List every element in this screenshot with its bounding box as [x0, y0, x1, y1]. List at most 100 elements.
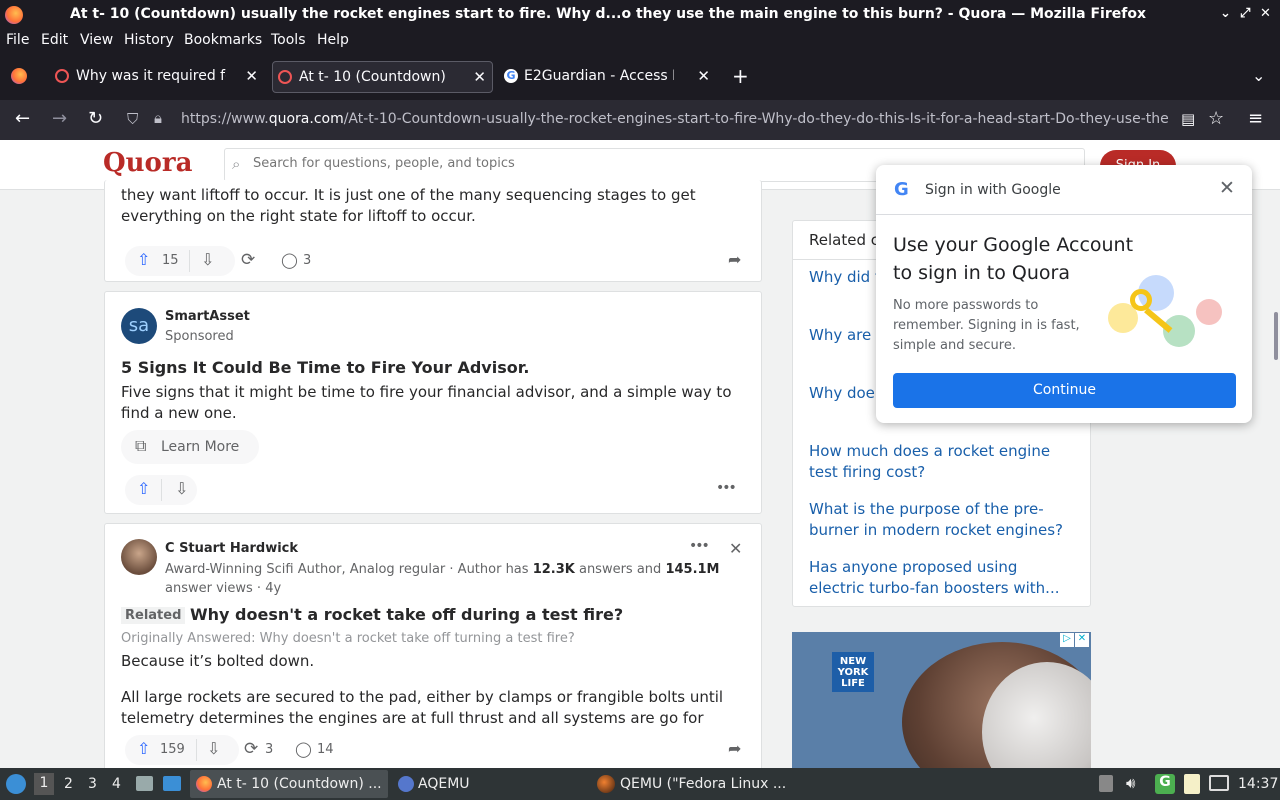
related-title: Related c: [809, 231, 879, 249]
continue-button[interactable]: Continue: [893, 373, 1236, 408]
url-bar[interactable]: ⛉ 🔒︎ https://www.quora.com/At-t-10-Count…: [120, 105, 1170, 135]
advertiser-name[interactable]: SmartAsset: [165, 309, 250, 324]
related-link-6[interactable]: Has anyone proposed using electric turbo…: [809, 557, 1069, 599]
search-icon: ⌕: [232, 155, 241, 173]
close-tab-icon[interactable]: ✕: [473, 68, 486, 86]
new-tab-icon[interactable]: +: [732, 64, 749, 88]
adchoices-icon[interactable]: ▷: [1060, 633, 1074, 647]
shield-icon[interactable]: ⛉: [127, 110, 138, 128]
firefox-icon: [5, 6, 23, 24]
menu-file[interactable]: File: [6, 32, 29, 48]
related-question[interactable]: Why doesn't a rocket take off during a t…: [190, 605, 623, 624]
logo-line: NEW: [839, 656, 867, 667]
forward-share-icon[interactable]: ➦: [728, 739, 741, 758]
related-link-5[interactable]: What is the purpose of the pre-burner in…: [809, 499, 1069, 541]
lock-icon[interactable]: 🔒︎: [154, 109, 162, 127]
menu-history[interactable]: History: [124, 32, 174, 48]
upvote-count: 15: [162, 253, 179, 268]
learn-more-label: Learn More: [161, 439, 240, 455]
close-tab-icon[interactable]: ✕: [697, 67, 710, 85]
related-link-4[interactable]: How much does a rocket engine test firin…: [809, 441, 1069, 483]
update-manager-icon[interactable]: G: [1155, 774, 1175, 794]
maximize-icon[interactable]: ⤢: [1240, 6, 1250, 21]
more-options-icon[interactable]: •••: [689, 538, 710, 554]
sponsored-card: sa SmartAsset Sponsored 5 Signs It Could…: [104, 291, 762, 514]
menu-bookmarks[interactable]: Bookmarks: [184, 32, 262, 48]
menu-bar: File Edit View History Bookmarks Tools H…: [0, 30, 1280, 52]
display-icon[interactable]: [1209, 775, 1229, 791]
upvote-icon[interactable]: ⇧: [137, 739, 150, 758]
smartasset-avatar[interactable]: sa: [121, 308, 157, 344]
task-label: At t- 10 (Countdown) ...: [217, 776, 382, 792]
task-aqemu[interactable]: AQEMU: [392, 770, 582, 798]
popup-close-icon[interactable]: ✕: [1219, 177, 1235, 199]
close-tab-icon[interactable]: ✕: [245, 67, 258, 85]
firefox-view-icon[interactable]: [11, 68, 27, 84]
divider: [189, 250, 190, 272]
answer-text: they want liftoff to occur. It is just o…: [121, 186, 696, 225]
reader-view-icon[interactable]: ▤: [1181, 110, 1195, 128]
menu-edit[interactable]: Edit: [41, 32, 68, 48]
tab-e2guardian[interactable]: G E2Guardian - Access Den ✕: [498, 61, 716, 93]
ad-headline[interactable]: 5 Signs It Could Be Time to Fire Your Ad…: [121, 358, 529, 377]
url-text[interactable]: https://www.quora.com/At-t-10-Countdown-…: [181, 111, 1171, 127]
app-menu-icon[interactable]: ≡: [1248, 108, 1263, 129]
close-window-icon[interactable]: ✕: [1260, 6, 1271, 21]
reload-icon[interactable]: ↻: [88, 108, 103, 129]
workspace-3[interactable]: 3: [88, 776, 97, 792]
bookmark-star-icon[interactable]: ☆: [1208, 108, 1224, 129]
page-scrollbar[interactable]: [1274, 312, 1278, 360]
minimize-icon[interactable]: ⌄: [1220, 6, 1231, 21]
tab-why-was-it-required[interactable]: Why was it required for t ✕: [50, 61, 264, 93]
share-icon[interactable]: ⟳: [241, 250, 255, 270]
window-title-bar: At t- 10 (Countdown) usually the rocket …: [0, 0, 1280, 30]
author-avatar[interactable]: [121, 539, 157, 575]
list-tabs-icon[interactable]: ⌄: [1252, 66, 1265, 85]
quora-logo[interactable]: Quora: [103, 148, 192, 178]
volume-icon[interactable]: 🔊︎: [1126, 774, 1135, 792]
more-options-icon[interactable]: •••: [716, 480, 737, 496]
url-domain: quora.com: [268, 111, 344, 127]
show-desktop-icon[interactable]: [163, 776, 181, 791]
learn-more-button[interactable]: ⧉ Learn More: [121, 430, 259, 464]
upvote-icon[interactable]: ⇧: [137, 250, 150, 269]
forward-share-icon[interactable]: ➦: [728, 250, 741, 269]
divider: [161, 479, 162, 501]
notes-icon[interactable]: [1184, 774, 1200, 794]
workspace-1[interactable]: 1: [34, 773, 54, 795]
divider: [876, 214, 1252, 215]
downvote-icon[interactable]: ⇩: [175, 479, 188, 498]
workspace-4[interactable]: 4: [112, 776, 121, 792]
workspace-2[interactable]: 2: [64, 776, 73, 792]
comment-icon[interactable]: ◯: [295, 740, 312, 758]
start-menu-icon[interactable]: [6, 774, 26, 794]
cred-mid: answers and: [574, 562, 666, 577]
file-manager-icon[interactable]: [136, 776, 153, 791]
menu-help[interactable]: Help: [317, 32, 349, 48]
forward-icon[interactable]: →: [52, 108, 67, 129]
tab-at-t-10[interactable]: At t- 10 (Countdown) usu ✕: [272, 61, 493, 93]
back-icon[interactable]: ←: [15, 108, 30, 129]
popup-body: No more passwords to remember. Signing i…: [893, 298, 1080, 353]
navigation-bar: ← → ↻ ⛉ 🔒︎ https://www.quora.com/At-t-10…: [0, 100, 1280, 140]
related-tag: Related: [121, 607, 186, 624]
dismiss-icon[interactable]: ✕: [729, 539, 742, 558]
task-firefox[interactable]: At t- 10 (Countdown) ...: [190, 770, 388, 798]
menu-tools[interactable]: Tools: [271, 32, 306, 48]
google-favicon-icon: G: [504, 69, 518, 83]
answer-paragraph-2: All large rockets are secured to the pad…: [121, 688, 724, 727]
downvote-icon[interactable]: ⇩: [207, 739, 220, 758]
clock[interactable]: 14:37: [1238, 776, 1278, 792]
task-qemu[interactable]: QEMU ("Fedora Linux ...: [592, 770, 792, 798]
downvote-icon[interactable]: ⇩: [201, 250, 214, 269]
ad-banner[interactable]: NEW YORK LIFE ▷ ✕: [792, 632, 1091, 768]
ad-body: Five signs that it might be time to fire…: [121, 383, 732, 422]
menu-view[interactable]: View: [80, 32, 113, 48]
author-name[interactable]: C Stuart Hardwick: [165, 541, 298, 556]
vote-pill: ⇧ 159 ⇩: [125, 735, 239, 765]
share-icon[interactable]: ⟳: [244, 739, 258, 759]
ad-close-icon[interactable]: ✕: [1075, 633, 1089, 647]
upvote-icon[interactable]: ⇧: [137, 479, 150, 498]
clipboard-icon[interactable]: [1099, 775, 1113, 792]
comment-icon[interactable]: ◯: [281, 251, 298, 269]
